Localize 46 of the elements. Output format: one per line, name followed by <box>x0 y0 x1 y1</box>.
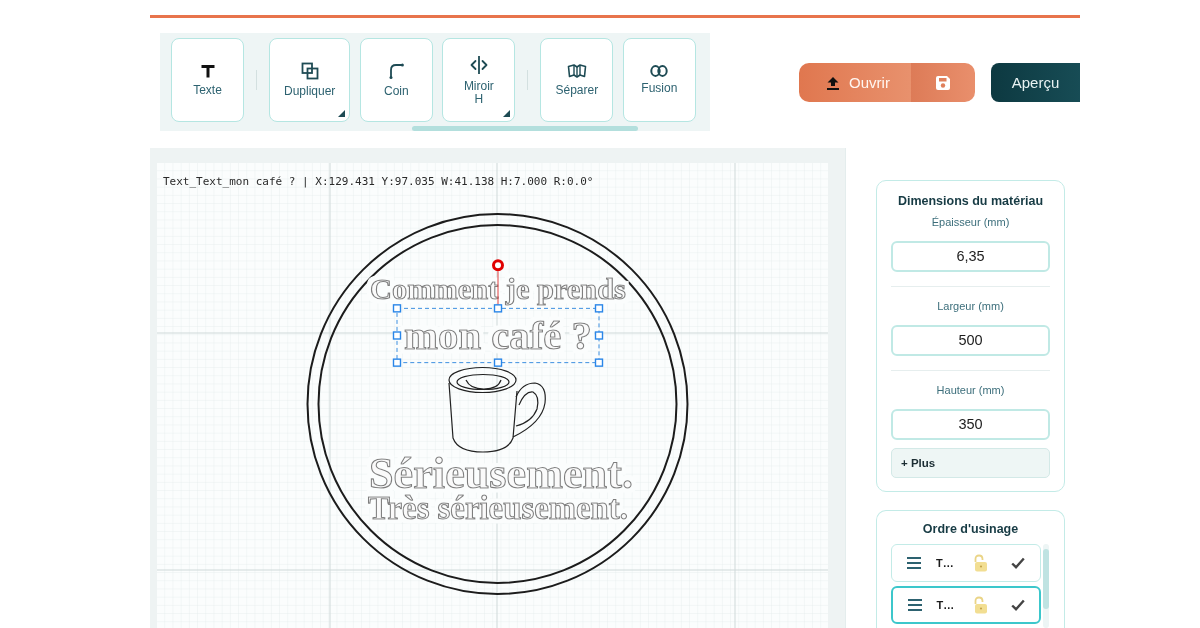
letter-t-icon <box>199 63 216 79</box>
tool-button[interactable]: Dupliquer <box>269 38 351 122</box>
rotate-handle[interactable] <box>492 259 504 272</box>
input-field[interactable]: 500 <box>891 325 1050 356</box>
resize-handle[interactable] <box>392 331 402 340</box>
resize-handle[interactable] <box>594 304 604 313</box>
check-icon[interactable] <box>1011 599 1026 611</box>
order-row[interactable]: T… <box>891 586 1041 624</box>
mirror-arrows-icon <box>468 54 489 75</box>
input-field[interactable]: 6,35 <box>891 241 1050 272</box>
scrollbar[interactable] <box>1043 544 1049 628</box>
linked-rings-icon <box>650 65 669 77</box>
card-title: Ordre d'usinage <box>921 521 1020 537</box>
resize-handle[interactable] <box>594 358 604 367</box>
check-icon[interactable] <box>1010 557 1025 569</box>
tool-button[interactable]: Séparer <box>540 38 614 122</box>
field-label: Hauteur (mm) <box>935 383 1006 397</box>
resize-handle[interactable] <box>493 304 503 313</box>
save-button[interactable] <box>911 63 975 102</box>
upload-icon <box>826 75 841 90</box>
resize-handle[interactable] <box>493 358 503 367</box>
tool-button[interactable]: Texte <box>171 38 244 122</box>
tool-button[interactable]: Fusion <box>622 38 696 122</box>
order-row[interactable]: T… <box>891 544 1041 582</box>
dropdown-corner-icon[interactable] <box>338 110 346 117</box>
overlapping-squares-icon <box>300 62 319 80</box>
menu-icon[interactable] <box>907 599 922 611</box>
field-label: Épaisseur (mm) <box>930 215 1011 229</box>
card-title: Dimensions du matériau <box>896 193 1045 209</box>
tool-button[interactable]: Miroir H <box>442 38 516 122</box>
object-info-text: Text_Text_mon café ? | X:129.431 Y:97.035 W:41.138 H:7.000 R:0.0° <box>163 175 594 189</box>
scrollbar-thumb[interactable] <box>1043 549 1049 609</box>
preview-button[interactable]: Aperçu <box>991 63 1080 102</box>
resize-handle[interactable] <box>594 331 604 340</box>
resize-handle[interactable] <box>392 358 402 367</box>
menu-icon[interactable] <box>907 557 921 569</box>
dropdown-corner-icon[interactable] <box>503 110 511 117</box>
resize-handle[interactable] <box>392 304 402 313</box>
split-book-icon <box>566 63 587 79</box>
tool-button[interactable]: Coin <box>359 38 433 122</box>
input-field[interactable]: 350 <box>891 409 1050 440</box>
design-text: mon café ? <box>404 313 592 358</box>
corner-icon <box>387 62 406 80</box>
more-button[interactable]: + Plus <box>891 448 1050 478</box>
scrollbar-thumb[interactable] <box>412 126 638 131</box>
field-label: Largeur (mm) <box>936 299 1005 313</box>
